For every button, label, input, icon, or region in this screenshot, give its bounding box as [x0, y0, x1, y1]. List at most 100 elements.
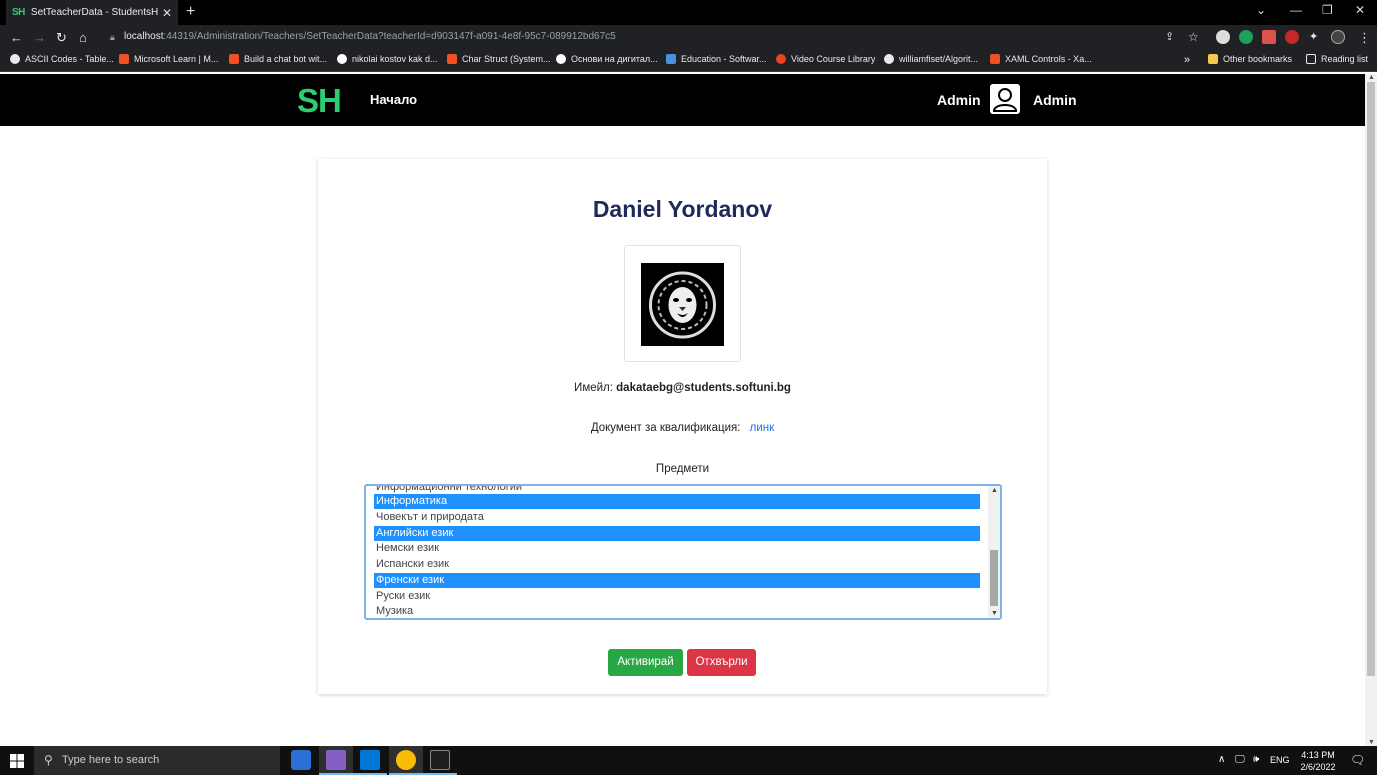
tab-search-icon[interactable]: ⌄	[1256, 3, 1266, 17]
profile-icon[interactable]	[1331, 30, 1345, 44]
url-field[interactable]: 🔒︎ localhost:44319/Administration/Teache…	[104, 27, 1208, 47]
bookmark-item[interactable]: Build a chat bot wit...	[229, 54, 327, 64]
lion-image-icon	[641, 263, 724, 346]
reload-icon[interactable]: ↻	[56, 30, 67, 46]
tray-chevron-icon[interactable]: ∧	[1218, 754, 1225, 765]
url-path: :44319/Administration/Teachers/SetTeache…	[163, 31, 616, 42]
bookmarks-overflow-button[interactable]: »	[1184, 54, 1190, 66]
grammarly-icon[interactable]	[1239, 30, 1253, 44]
other-bookmarks[interactable]: Other bookmarks	[1208, 54, 1292, 64]
subject-option[interactable]: Испански език	[374, 557, 980, 572]
chrome-menu-icon[interactable]: ⋮	[1358, 30, 1371, 46]
volume-icon[interactable]: 🕪	[1253, 754, 1259, 765]
url-host: localhost	[124, 31, 164, 42]
extension-red-icon[interactable]	[1285, 30, 1299, 44]
restore-icon[interactable]: ❐	[1322, 3, 1333, 17]
bookmark-item[interactable]: Education - Softwar...	[666, 54, 767, 64]
bookmark-item[interactable]: Microsoft Learn | M...	[119, 54, 218, 64]
activate-button[interactable]: Активирай	[608, 649, 683, 676]
search-placeholder: Type here to search	[62, 754, 160, 766]
chrome-icon[interactable]	[396, 750, 416, 770]
scroll-up-icon[interactable]: ▲	[991, 487, 998, 494]
site-favicon-icon: SH	[12, 7, 25, 18]
teacher-photo	[624, 245, 741, 362]
subject-option[interactable]: Руски език	[374, 589, 980, 604]
github-icon	[884, 54, 894, 64]
scroll-down-icon[interactable]: ▼	[1368, 739, 1375, 746]
taskbar-search-input[interactable]: ⚲ Type here to search	[34, 746, 280, 775]
bookmark-item[interactable]: Video Course Library	[776, 54, 875, 64]
subject-option[interactable]: Човекът и природата	[374, 510, 980, 525]
bookmark-item[interactable]: Основи на дигитал...	[556, 54, 658, 64]
terminal-icon[interactable]	[430, 750, 450, 770]
forward-icon[interactable]: →	[33, 30, 46, 45]
extension-avatar-icon[interactable]	[1216, 30, 1230, 44]
reading-list-icon	[1306, 54, 1316, 64]
lock-icon[interactable]: 🔒︎	[110, 27, 115, 47]
subject-option[interactable]: Френски език	[374, 573, 980, 588]
email-label: Имейл:	[574, 382, 613, 394]
bookmark-item[interactable]: Char Struct (System...	[447, 54, 551, 64]
site-logo[interactable]: SH	[297, 82, 342, 120]
network-icon[interactable]: 🖵	[1235, 754, 1245, 765]
close-window-icon[interactable]: ✕	[1355, 3, 1365, 17]
tab-title: SetTeacherData - StudentsHelper	[30, 7, 158, 18]
subject-option[interactable]: Английски език	[374, 526, 980, 541]
teacher-name: Daniel Yordanov	[592, 196, 773, 222]
language-indicator[interactable]: ENG	[1270, 755, 1290, 765]
subject-option[interactable]: Информатика	[374, 494, 980, 509]
minimize-icon[interactable]: —	[1290, 3, 1302, 17]
taskbar-clock[interactable]: 4:13 PM 2/6/2022	[1298, 749, 1338, 773]
reject-button[interactable]: Отхвърли	[687, 649, 756, 676]
scroll-thumb[interactable]	[990, 550, 998, 606]
share-icon[interactable]: ⇪	[1165, 30, 1174, 43]
search-icon: ⚲	[44, 753, 53, 767]
bookmark-item[interactable]: XAML Controls - Xa...	[990, 54, 1092, 64]
reading-list[interactable]: Reading list	[1306, 54, 1368, 64]
scroll-thumb[interactable]	[1367, 82, 1375, 676]
microsoft-icon	[990, 54, 1000, 64]
video-icon	[776, 54, 786, 64]
extensions-puzzle-icon[interactable]: ✦	[1309, 30, 1318, 43]
home-icon[interactable]: ⌂	[79, 30, 87, 45]
nav-home-link[interactable]: Начало	[370, 92, 417, 107]
email-row: Имейл: dakataebg@students.softuni.bg	[0, 382, 1365, 394]
user-avatar-icon[interactable]	[990, 84, 1020, 114]
subject-option[interactable]: Немски език	[374, 541, 980, 556]
site-navbar: SH Начало Admin Admin	[0, 74, 1365, 126]
bookmark-item[interactable]: ASCII Codes - Table...	[10, 54, 114, 64]
clock-time: 4:13 PM	[1301, 750, 1335, 760]
windows-taskbar: ⚲ Type here to search ∧ 🖵 🕪 ENG 4:13 PM …	[0, 746, 1377, 775]
google-icon	[337, 54, 347, 64]
bookmark-item[interactable]: williamfiset/Algorit...	[884, 54, 978, 64]
document-label: Документ за квалификация:	[590, 422, 741, 434]
new-tab-icon[interactable]: +	[186, 3, 195, 21]
subjects-multiselect[interactable]: Информационни технологии Информатика Чов…	[364, 484, 1002, 620]
education-icon	[666, 54, 676, 64]
clock-date: 2/6/2022	[1300, 762, 1336, 772]
notifications-icon[interactable]: 🗨	[1350, 753, 1365, 767]
visual-studio-icon[interactable]	[326, 750, 346, 770]
folder-icon	[1208, 54, 1218, 64]
page-scrollbar[interactable]: ▲ ▼	[1365, 74, 1377, 746]
user-name-link[interactable]: Admin	[937, 92, 981, 108]
browser-tab[interactable]: SH SetTeacherData - StudentsHelper ✕	[6, 0, 178, 25]
azure-data-studio-icon[interactable]	[291, 750, 311, 770]
pdf-extension-icon[interactable]	[1262, 30, 1276, 44]
scroll-down-icon[interactable]: ▼	[991, 610, 998, 617]
subject-option[interactable]: Музика	[374, 604, 980, 618]
close-tab-icon[interactable]: ✕	[162, 6, 172, 20]
back-icon[interactable]: ←	[10, 30, 23, 45]
bookmark-star-icon[interactable]: ☆	[1188, 30, 1199, 44]
microsoft-icon	[119, 54, 129, 64]
document-link[interactable]: линк	[750, 422, 775, 434]
address-bar-row: ← → ↻ ⌂ 🔒︎ localhost:44319/Administratio…	[0, 25, 1377, 50]
bookmark-item[interactable]: nikolai kostov kak d...	[337, 54, 438, 64]
browser-tab-bar: SH SetTeacherData - StudentsHelper ✕ + ⌄…	[0, 0, 1377, 25]
windows-start-icon[interactable]	[10, 754, 24, 768]
admin-panel-link[interactable]: Admin	[1033, 92, 1077, 108]
subjects-label: Предмети	[655, 463, 710, 475]
scroll-up-icon[interactable]: ▲	[1368, 74, 1375, 81]
subjects-scrollbar[interactable]: ▲ ▼	[988, 486, 1000, 618]
vscode-icon[interactable]	[360, 750, 380, 770]
